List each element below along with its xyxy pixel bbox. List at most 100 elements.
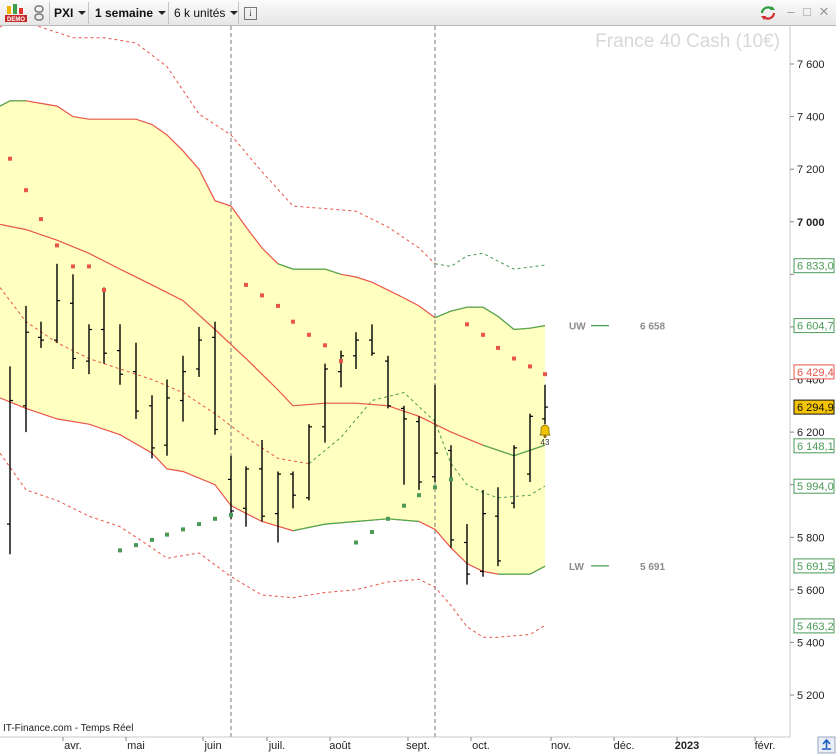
sar-point-red (55, 243, 59, 248)
maximize-icon[interactable]: □ (800, 5, 814, 19)
x-tick-label: août (329, 740, 350, 752)
x-tick-label: avr. (64, 740, 82, 752)
price-tag-label: 6 833,0 (797, 261, 834, 273)
sar-point-green (134, 543, 138, 548)
y-tick-label: 5 400 (797, 637, 825, 649)
sar-point-red (291, 319, 295, 324)
price-tag: 5 691,5 (793, 558, 835, 574)
sar-point-red (8, 156, 12, 161)
units-label: 6 k unités (174, 6, 226, 20)
price-tag-label: 6 148,1 (797, 441, 834, 453)
price-tag: 6 294,9 (793, 399, 835, 415)
sar-point-red (24, 188, 28, 193)
upper-envelope-dashed (434, 252, 546, 270)
sar-point-red (276, 303, 280, 308)
sar-point-green (165, 532, 169, 537)
price-tag-label: 5 691,5 (797, 561, 834, 573)
price-tag-label: 6 429,4 (797, 367, 834, 379)
chart-title: France 40 Cash (10€) (595, 31, 780, 52)
price-tag-label: 6 294,9 (797, 402, 834, 414)
price-tag: 6 148,1 (793, 438, 835, 454)
level-value: 5 691 (640, 562, 665, 573)
price-tag: 6 429,4 (793, 364, 835, 380)
sar-point-green (449, 477, 453, 482)
link-icon[interactable] (33, 3, 47, 23)
price-tag: 5 463,2 (793, 618, 835, 634)
price-tag-label: 5 994,0 (797, 481, 834, 493)
symbol-selector[interactable]: PXI (54, 3, 87, 23)
sar-point-green (197, 522, 201, 527)
y-tick-label: 7 400 (797, 112, 825, 124)
sar-point-red (339, 359, 343, 364)
info-button[interactable]: i (244, 3, 257, 23)
sar-point-green (118, 548, 122, 553)
y-tick-label: 5 800 (797, 532, 825, 544)
sar-point-red (496, 345, 500, 350)
toolbar: DEMO PXI 1 semaine 6 k unités i – □ ✕ (0, 0, 836, 26)
sar-point-red (323, 343, 327, 348)
units-selector[interactable]: 6 k unités (174, 3, 239, 23)
level-name: UW (569, 322, 586, 333)
sar-point-green (354, 540, 358, 545)
x-tick-label: juil. (268, 740, 286, 752)
x-tick-label: mai (127, 740, 145, 752)
y-tick-label: 7 200 (797, 164, 825, 176)
sar-point-red (528, 364, 532, 369)
symbol-label: PXI (54, 6, 74, 20)
y-tick-label: 7 000 (797, 217, 825, 229)
sar-point-green (150, 537, 154, 542)
sar-point-red (512, 356, 516, 361)
refresh-icon[interactable] (758, 3, 778, 23)
x-tick-label: juin (203, 740, 221, 752)
sar-point-red (39, 217, 43, 222)
price-tag: 6 604,7 (793, 318, 835, 334)
x-tick-label: nov. (551, 740, 571, 752)
sar-point-red (102, 288, 106, 293)
alert-count: 43 (541, 438, 550, 447)
sar-point-green (370, 530, 374, 534)
sar-point-green (433, 485, 437, 490)
sar-point-red (244, 282, 248, 287)
y-tick-label: 5 600 (797, 585, 825, 597)
sar-point-green (181, 527, 185, 532)
period-label: 1 semaine (95, 6, 154, 20)
y-tick-label: 7 600 (797, 59, 825, 71)
price-tag: 5 994,0 (793, 478, 835, 494)
chevron-down-icon (78, 11, 87, 15)
price-tag-label: 6 604,7 (797, 321, 834, 333)
level-name: LW (569, 562, 585, 573)
sar-point-green (213, 516, 217, 521)
sar-point-red (307, 332, 311, 337)
bell-shape (539, 424, 551, 436)
x-tick-label: déc. (614, 740, 635, 752)
sar-point-red (87, 264, 91, 269)
info-icon: i (244, 6, 257, 20)
sar-point-red (260, 293, 264, 298)
sar-point-red (481, 332, 485, 337)
y-tick-label: 5 200 (797, 690, 825, 702)
source-label: IT-Finance.com - Temps Réel (3, 723, 133, 734)
svg-text:DEMO: DEMO (7, 17, 25, 23)
x-tick-label: févr. (755, 740, 776, 752)
x-tick-label: sept. (406, 740, 430, 752)
sar-point-green (417, 493, 421, 498)
x-tick-label: 2023 (675, 740, 699, 752)
price-tag-label: 5 463,2 (797, 621, 834, 633)
sar-point-green (229, 512, 233, 517)
level-value: 6 658 (640, 322, 665, 333)
chevron-down-icon (158, 11, 167, 15)
sar-point-green (402, 503, 406, 508)
close-icon[interactable]: ✕ (817, 5, 831, 19)
period-selector[interactable]: 1 semaine (95, 3, 167, 23)
sar-point-green (386, 516, 390, 521)
y-tick-label: 6 200 (797, 427, 825, 439)
x-tick-label: oct. (472, 740, 490, 752)
price-chart[interactable]: UW 6 658 LW 5 691 France 40 Cash (10€) 5 20… (0, 26, 836, 754)
price-tag: 6 833,0 (793, 258, 835, 274)
sar-point-red (71, 264, 75, 269)
demo-icon[interactable]: DEMO (4, 3, 28, 23)
sar-point-red (465, 322, 469, 327)
minimize-icon[interactable]: – (784, 5, 798, 19)
band-fill (0, 100, 545, 575)
scroll-to-end-button[interactable] (817, 736, 836, 754)
